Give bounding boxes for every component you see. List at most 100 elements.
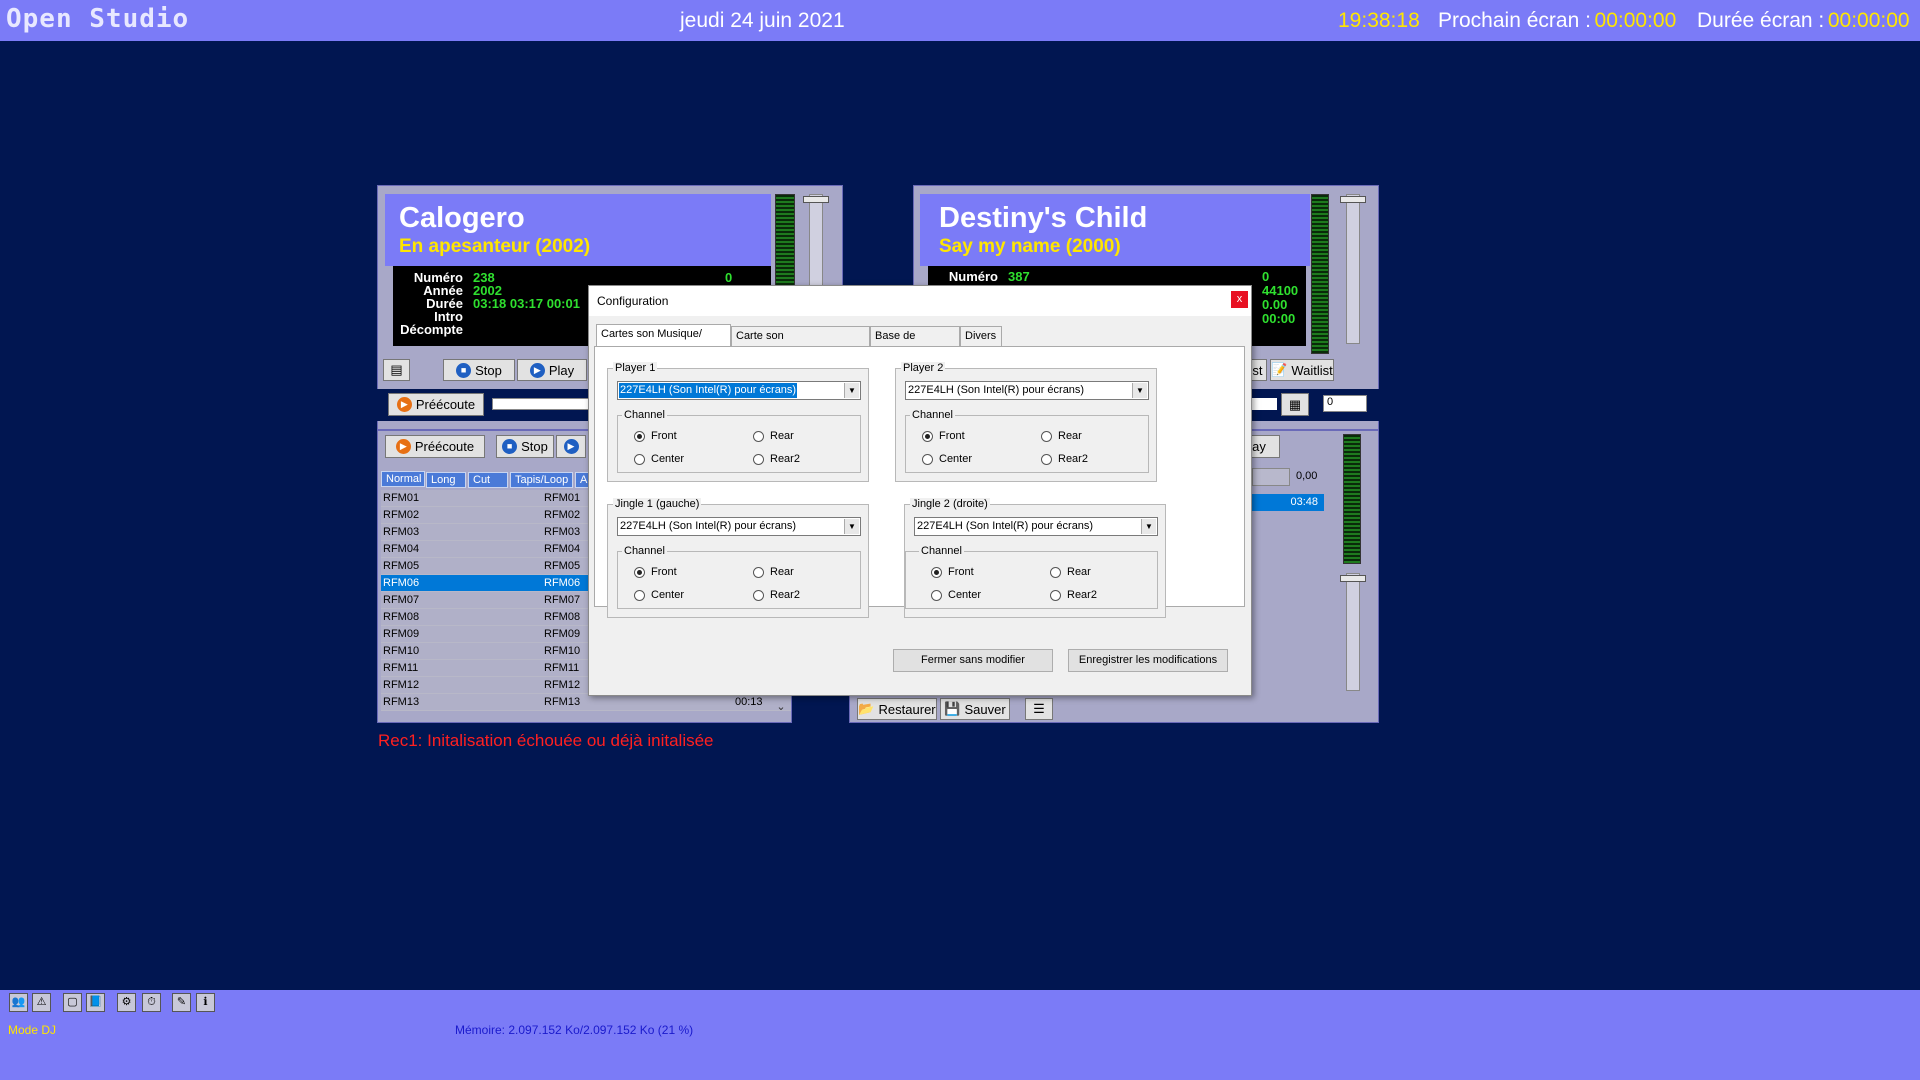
save-changes-button[interactable]: Enregistrer les modifications <box>1068 649 1228 672</box>
list-tab-long[interactable]: Long <box>426 472 466 488</box>
alert-icon[interactable]: ⚠ <box>32 993 51 1012</box>
tab-divers[interactable]: Divers <box>960 326 1002 346</box>
close-without-saving-button[interactable]: Fermer sans modifier <box>893 649 1053 672</box>
player2-progress[interactable] <box>1252 398 1277 410</box>
player2-number-field[interactable]: 0 <box>1323 395 1367 412</box>
clock-icon[interactable]: ⏱ <box>142 993 161 1012</box>
player1-rear-radio[interactable]: Rear <box>753 430 794 442</box>
player2-volume-thumb[interactable] <box>1340 196 1366 203</box>
list-item-name: RFM03 <box>383 526 420 538</box>
current-time: 19:38:18 <box>1338 9 1420 32</box>
player1-title-box: Calogero En apesanteur (2002) <box>385 194 771 266</box>
window-icon[interactable]: ▢ <box>63 993 82 1012</box>
list-item-file: RFM11 <box>544 662 580 674</box>
list-tab-a[interactable]: A <box>575 472 589 488</box>
player1-play-button[interactable]: ▶ Play <box>517 359 587 381</box>
info-val-duree: 03:18 03:17 00:01 <box>473 296 580 311</box>
next-screen-value: 00:00:00 <box>1594 9 1677 32</box>
list-item-file: RFM06 <box>544 577 581 589</box>
jingle2-device-select[interactable]: 227E4LH (Son Intel(R) pour écrans) ▼ <box>914 517 1158 536</box>
tab-base-de-donnees[interactable]: Base de données <box>870 326 960 360</box>
jingle2-center-radio[interactable]: Center <box>931 589 981 601</box>
player2-group-label: Player 2 <box>901 362 946 374</box>
jingle1-center-radio[interactable]: Center <box>634 589 684 601</box>
player1-preecoute-label: Préécoute <box>415 397 476 412</box>
player1-song: En apesanteur (2002) <box>399 236 591 257</box>
list-item-file: RFM10 <box>544 645 581 657</box>
player2-front-radio[interactable]: Front <box>922 430 965 442</box>
list-settings-button[interactable]: ☰ <box>1025 698 1053 720</box>
player1-rear2-radio[interactable]: Rear2 <box>753 453 800 465</box>
lower-preecoute-button[interactable]: ▶ Préécoute <box>385 435 485 458</box>
mode-indicator: Mode DJ <box>8 1023 57 1037</box>
player1-stop-button[interactable]: ■ Stop <box>443 359 515 381</box>
player2-center-radio[interactable]: Center <box>922 453 972 465</box>
jingle1-rear2-radio[interactable]: Rear2 <box>753 589 800 601</box>
users-icon[interactable]: 👥 <box>9 993 28 1012</box>
info-icon[interactable]: ℹ <box>196 993 215 1012</box>
player1-stop-label: Stop <box>475 362 502 378</box>
player1-front-radio[interactable]: Front <box>634 430 677 442</box>
player2-rear-radio[interactable]: Rear <box>1041 430 1082 442</box>
save-icon: 💾 <box>944 701 961 716</box>
jingle1-group-label: Jingle 1 (gauche) <box>613 498 702 510</box>
chevron-down-icon: ▼ <box>844 383 859 398</box>
list-item-name: RFM08 <box>383 611 420 623</box>
chevron-down-icon: ▼ <box>1141 519 1156 534</box>
lower-play-button[interactable]: ▶ <box>556 435 586 458</box>
stop-icon: ■ <box>456 362 472 378</box>
tab-carte-son-pub[interactable]: Carte son Pub/Pad/Record <box>731 326 870 360</box>
list-item-file: RFM08 <box>544 611 581 623</box>
player2-volume-slider[interactable] <box>1346 194 1360 344</box>
player1-device-value: 227E4LH (Son Intel(R) pour écrans) <box>619 383 798 398</box>
list-tab-tapis-loop[interactable]: Tapis/Loop <box>510 472 573 488</box>
player1-device-select[interactable]: 227E4LH (Son Intel(R) pour écrans) ▼ <box>617 381 861 400</box>
dialog-titlebar: Configuration x <box>589 286 1251 316</box>
jingle1-front-radio[interactable]: Front <box>634 566 677 578</box>
player1-progress[interactable] <box>492 398 592 410</box>
player2-waitlist-button[interactable]: 📝 Waitlist <box>1270 359 1334 381</box>
list-tab-cut[interactable]: Cut <box>468 472 508 488</box>
player2-grid-button[interactable]: ▦ <box>1281 393 1309 416</box>
jingle1-device-select[interactable]: 227E4LH (Son Intel(R) pour écrans) ▼ <box>617 517 861 536</box>
player2-device-select[interactable]: 227E4LH (Son Intel(R) pour écrans) ▼ <box>905 381 1149 400</box>
player1-center-radio[interactable]: Center <box>634 453 684 465</box>
jingle2-rear2-radio[interactable]: Rear2 <box>1050 589 1097 601</box>
list-tab-normal[interactable]: Normal <box>381 471 425 487</box>
save-button[interactable]: 💾 Sauver <box>940 698 1010 720</box>
jingle1-rear-radio[interactable]: Rear <box>753 566 794 578</box>
jingle2-group-label: Jingle 2 (droite) <box>910 498 990 510</box>
chevron-down-icon: ▼ <box>1132 383 1147 398</box>
memory-status: Mémoire: 2.097.152 Ko/2.097.152 Ko (21 %… <box>455 1023 694 1037</box>
pencil-icon[interactable]: ✎ <box>172 993 191 1012</box>
screen-duration-value: 00:00:00 <box>1827 9 1910 32</box>
jingle2-rear-radio[interactable]: Rear <box>1050 566 1091 578</box>
list-icon: ▤ <box>390 362 403 377</box>
lower-right-slider[interactable] <box>1346 573 1360 691</box>
book-icon[interactable]: 📘 <box>86 993 105 1012</box>
player1-preecoute-button[interactable]: ▶ Préécoute <box>388 393 484 416</box>
restore-button[interactable]: 📂 Restaurer <box>857 698 937 720</box>
tools-icon[interactable]: ⚙ <box>117 993 136 1012</box>
lower-right-selected-time[interactable]: 03:48 <box>1252 494 1324 511</box>
dialog-close-button[interactable]: x <box>1231 291 1248 308</box>
lower-stop-button[interactable]: ■ Stop <box>496 435 554 458</box>
list-item-name: RFM11 <box>383 662 419 674</box>
player1-list-button[interactable]: ▤ <box>383 359 410 381</box>
folder-icon: 📂 <box>858 701 875 716</box>
configuration-dialog: Configuration x Cartes son Musique/ Jing… <box>588 285 1252 696</box>
next-screen-label: Prochain écran : <box>1438 9 1591 32</box>
player1-volume-thumb[interactable] <box>803 196 829 203</box>
lower-right-slider-thumb[interactable] <box>1340 575 1366 582</box>
list-item[interactable]: RFM13 RFM13 00:13 <box>381 694 791 711</box>
list-item-name: RFM04 <box>383 543 420 555</box>
list-scroll-down-icon[interactable]: ⌄ <box>772 700 790 720</box>
tab-cartes-son-musique[interactable]: Cartes son Musique/ Jingle <box>596 324 731 358</box>
play-icon: ▶ <box>563 439 579 454</box>
lower-right-play-label: ay <box>1252 439 1266 454</box>
next-screen: Prochain écran : 00:00:00 <box>1438 9 1676 33</box>
list-item-name: RFM10 <box>383 645 420 657</box>
lower-right-field[interactable] <box>1252 468 1290 486</box>
jingle2-front-radio[interactable]: Front <box>931 566 974 578</box>
player2-rear2-radio[interactable]: Rear2 <box>1041 453 1088 465</box>
